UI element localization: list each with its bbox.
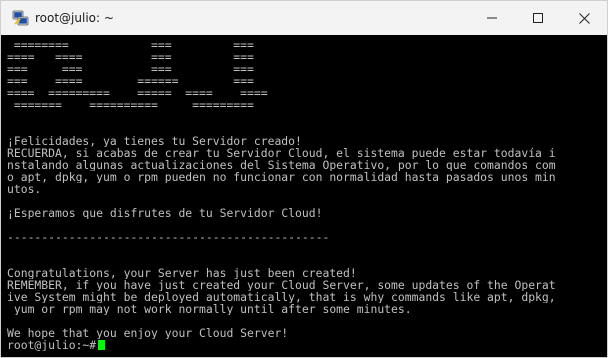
- es-notice-line: o apt, dpkg, yum o rpm pueden no funcion…: [7, 171, 556, 183]
- es-enjoy-line: ¡Esperamos que disfrutes de tu Servidor …: [7, 207, 323, 219]
- banner-line: ======= ========== =========: [7, 99, 254, 111]
- minimize-button[interactable]: [469, 1, 515, 35]
- banner-line: ==== ========= ===== ==== ====: [7, 87, 268, 99]
- es-notice-line: utos.: [7, 183, 42, 195]
- en-notice-line: REMEMBER, if you have just created your …: [7, 279, 556, 291]
- maximize-icon: [533, 13, 543, 23]
- shell-prompt: root@julio:~#: [7, 339, 97, 351]
- en-notice-line: ive System might be deployed automatical…: [7, 291, 556, 303]
- banner-line: ==== ==== === ===: [7, 51, 254, 63]
- putty-icon[interactable]: [12, 10, 29, 27]
- title-bar[interactable]: root@julio: ~: [1, 1, 607, 35]
- separator-line: ----------------------------------------…: [7, 231, 330, 243]
- close-icon: [578, 12, 590, 24]
- close-button[interactable]: [561, 1, 607, 35]
- window-title: root@julio: ~: [35, 11, 114, 25]
- minimize-icon: [487, 17, 497, 19]
- es-notice-line: nstalando algunas actualizaciones del Si…: [7, 159, 556, 171]
- en-notice-line: yum or rpm may not work normally until a…: [7, 303, 412, 315]
- terminal-window: root@julio: ~ ======== === === ==== ====…: [0, 0, 608, 358]
- es-congrats-line: ¡Felicidades, ya tienes tu Servidor crea…: [7, 135, 302, 147]
- maximize-button[interactable]: [515, 1, 561, 35]
- banner-line: === ==== ====== ===: [7, 75, 254, 87]
- en-enjoy-line: We hope that you enjoy your Cloud Server…: [7, 327, 289, 339]
- banner-line: ======== === ===: [7, 39, 254, 51]
- terminal-output[interactable]: ======== === === ==== ==== === === === =…: [1, 35, 607, 357]
- es-notice-line: RECUERDA, si acabas de crear tu Servidor…: [7, 147, 556, 159]
- banner-line: === === === ===: [7, 63, 254, 75]
- en-congrats-line: Congratulations, your Server has just be…: [7, 267, 357, 279]
- text-cursor: [98, 340, 106, 350]
- window-controls: [469, 1, 607, 35]
- prompt-line[interactable]: root@julio:~#: [7, 339, 607, 351]
